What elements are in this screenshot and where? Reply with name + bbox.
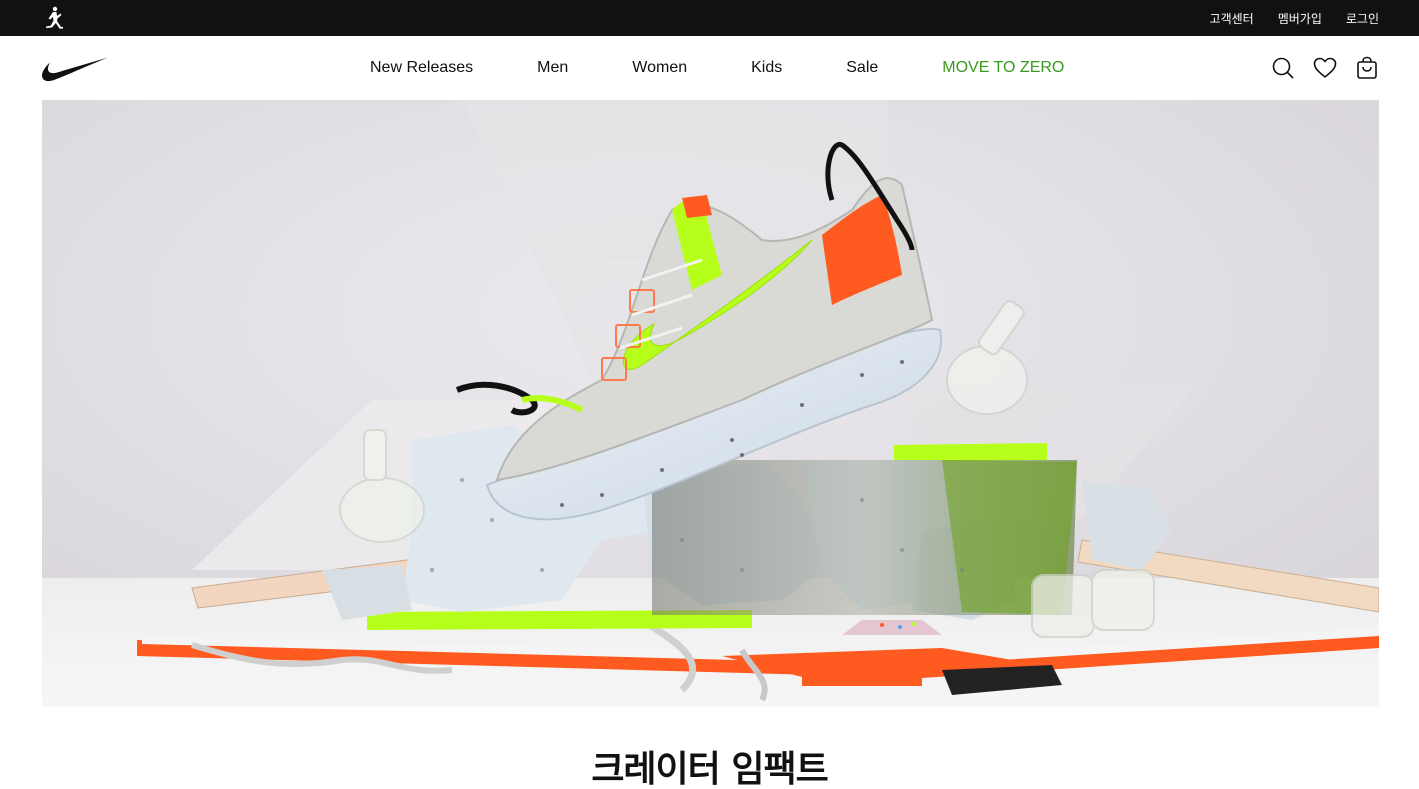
utility-bar: 고객센터 멤버가입 로그인 [0, 0, 1419, 36]
wishlist-heart-icon[interactable] [1313, 56, 1337, 80]
jordan-logo-icon[interactable] [40, 6, 68, 30]
nike-swoosh-logo-icon[interactable] [41, 56, 109, 82]
customer-service-link[interactable]: 고객센터 [1210, 10, 1254, 27]
nav-men[interactable]: Men [537, 59, 568, 77]
search-icon[interactable] [1271, 56, 1295, 80]
hero-illustration [42, 100, 1379, 707]
header-actions [1271, 56, 1379, 80]
nav-sale[interactable]: Sale [846, 59, 878, 77]
utility-links: 고객센터 멤버가입 로그인 [1210, 0, 1379, 36]
member-signup-link[interactable]: 멤버가입 [1278, 10, 1322, 27]
main-nav: New Releases Men Women Kids Sale MOVE TO… [370, 36, 1064, 100]
nav-move-to-zero[interactable]: MOVE TO ZERO [942, 59, 1064, 77]
nav-women[interactable]: Women [632, 59, 687, 77]
cart-bag-icon[interactable] [1355, 56, 1379, 80]
main-header: New Releases Men Women Kids Sale MOVE TO… [0, 36, 1419, 100]
nav-kids[interactable]: Kids [751, 59, 782, 77]
hero-banner-image[interactable] [42, 100, 1379, 707]
login-link[interactable]: 로그인 [1346, 10, 1379, 27]
nav-new-releases[interactable]: New Releases [370, 59, 473, 77]
section-title: 크레이터 임팩트 [591, 749, 828, 789]
